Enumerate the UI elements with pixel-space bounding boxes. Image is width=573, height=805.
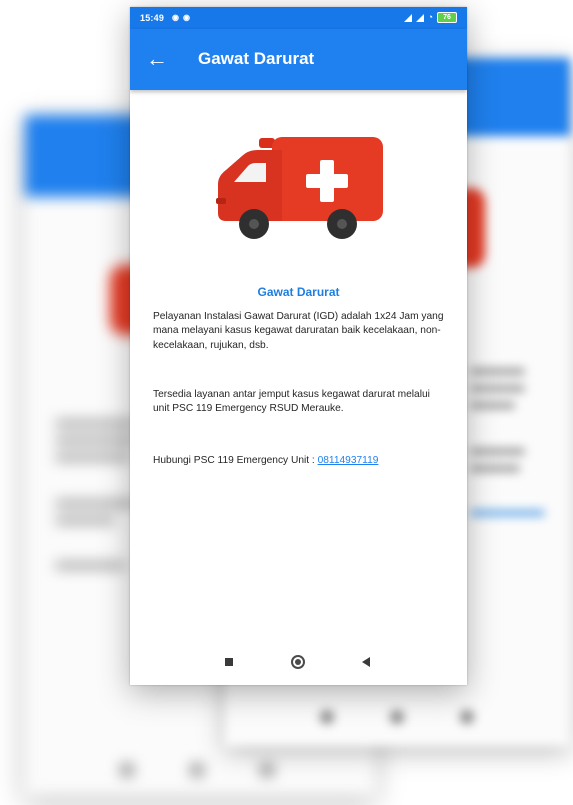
home-icon[interactable] — [291, 655, 305, 669]
status-bar: 15:49 ◉ ◉ ◔ 76 — [130, 7, 467, 29]
signal-icon — [403, 13, 412, 22]
battery-icon: 76 — [437, 12, 457, 23]
navigation-bar — [130, 647, 467, 685]
notification-icon: ◉ — [172, 13, 179, 22]
wifi-icon: ◔ — [427, 12, 433, 22]
back-button[interactable]: ← — [144, 47, 170, 73]
back-icon[interactable] — [362, 657, 370, 667]
status-time: 15:49 — [140, 13, 165, 23]
page-title: Gawat Darurat — [198, 49, 315, 68]
signal-icon — [415, 13, 424, 22]
service-paragraph: Tersedia layanan antar jemput kasus kega… — [153, 389, 430, 415]
phone-screen: 15:49 ◉ ◉ ◔ 76 ← Gawat Darurat Gawat Dar… — [130, 7, 467, 685]
contact-line: Hubungi PSC 119 Emergency Unit : 0811493… — [153, 454, 448, 468]
contact-label: Hubungi PSC 119 Emergency Unit : — [153, 455, 318, 466]
phone-number-link[interactable]: 08114937119 — [318, 455, 379, 466]
recents-icon[interactable] — [225, 658, 233, 666]
app-bar: ← Gawat Darurat — [130, 29, 467, 90]
status-icons: ◔ 76 — [403, 12, 457, 23]
ambulance-icon — [216, 137, 383, 239]
description-paragraph: Pelayanan Instalasi Gawat Darurat (IGD) … — [153, 311, 444, 351]
notification-icon: ◉ — [183, 13, 190, 22]
section-title: Gawat Darurat — [257, 285, 340, 299]
arrow-left-icon: ← — [146, 46, 168, 71]
